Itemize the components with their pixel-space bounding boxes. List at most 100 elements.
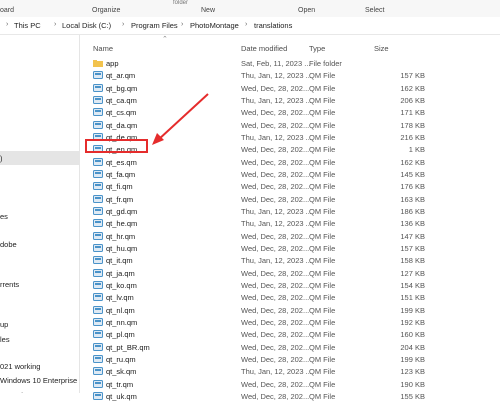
file-size: 190 KB bbox=[400, 379, 425, 389]
nav-item-adobe[interactable]: dobe bbox=[0, 240, 17, 249]
ribbon-new-label[interactable]: New bbox=[201, 7, 215, 14]
column-header-date-modified[interactable]: Date modified bbox=[241, 44, 287, 53]
qm-file-icon bbox=[93, 243, 103, 252]
file-row[interactable]: qt_ar.qm Thu, Jan, 12, 2023 ... QM File 157… bbox=[80, 70, 500, 81]
ribbon-open-label[interactable]: Open bbox=[298, 7, 315, 14]
column-header-name[interactable]: Name bbox=[93, 44, 113, 53]
file-date-modified: Wed, Dec, 28, 202... bbox=[241, 83, 310, 93]
file-row[interactable]: qt_lv.qm Wed, Dec, 28, 202... QM File 151 K… bbox=[80, 292, 500, 303]
chevron-right-icon: › bbox=[6, 21, 9, 28]
file-name: qt_fi.qm bbox=[106, 182, 133, 192]
nav-item-local-disk[interactable]: ) bbox=[0, 154, 3, 163]
file-date-modified: Thu, Jan, 12, 2023 ... bbox=[241, 206, 312, 216]
file-name: qt_hr.qm bbox=[106, 231, 136, 241]
qm-file-icon bbox=[93, 391, 103, 400]
file-row[interactable]: qt_ko.qm Wed, Dec, 28, 202... QM File 154 K… bbox=[80, 280, 500, 291]
file-type: QM File bbox=[309, 219, 336, 229]
file-row[interactable]: qt_fa.qm Wed, Dec, 28, 202... QM File 145 K… bbox=[80, 169, 500, 180]
ribbon-organize-label[interactable]: Organize bbox=[92, 7, 120, 14]
chevron-right-icon: › bbox=[181, 21, 184, 28]
file-name: qt_ru.qm bbox=[106, 354, 136, 364]
file-name: qt_ko.qm bbox=[106, 280, 137, 290]
file-date-modified: Sat, Feb, 11, 2023 ... bbox=[241, 59, 311, 68]
file-row[interactable]: qt_he.qm Thu, Jan, 12, 2023 ... QM File 136… bbox=[80, 218, 500, 229]
breadcrumb-program-files[interactable]: Program Files bbox=[131, 21, 178, 30]
file-size: 176 KB bbox=[400, 182, 425, 192]
column-header-type[interactable]: Type bbox=[309, 44, 325, 53]
file-row[interactable]: qt_fi.qm Wed, Dec, 28, 202... QM File 176 K… bbox=[80, 181, 500, 192]
address-bar[interactable]: › This PC › Local Disk (C:) › Program Fi… bbox=[0, 17, 500, 35]
file-date-modified: Thu, Jan, 12, 2023 ... bbox=[241, 219, 312, 229]
file-type: QM File bbox=[309, 391, 336, 401]
ribbon-clipboard-label[interactable]: oard bbox=[0, 7, 14, 14]
file-name: qt_hu.qm bbox=[106, 243, 138, 253]
qm-file-icon bbox=[93, 182, 103, 191]
nav-item-files-2[interactable]: les bbox=[0, 335, 10, 344]
file-row[interactable]: qt_sk.qm Thu, Jan, 12, 2023 ... QM File 123… bbox=[80, 366, 500, 377]
qm-file-icon bbox=[93, 367, 103, 376]
column-header-size[interactable]: Size bbox=[374, 44, 389, 53]
file-name: qt_he.qm bbox=[106, 219, 138, 229]
file-row[interactable]: qt_nn.qm Wed, Dec, 28, 202... QM File 192 K… bbox=[80, 317, 500, 328]
file-type: QM File bbox=[309, 132, 336, 142]
file-row[interactable]: qt_it.qm Thu, Jan, 12, 2023 ... QM File 158… bbox=[80, 255, 500, 266]
file-row[interactable]: app Sat, Feb, 11, 2023 ... File folder bbox=[80, 58, 500, 69]
file-row[interactable]: qt_hu.qm Wed, Dec, 28, 202... QM File 157 K… bbox=[80, 243, 500, 254]
navigation-pane: ) es dobe rrents up les 021 working Wind… bbox=[0, 35, 80, 393]
file-size: 171 KB bbox=[400, 108, 425, 118]
file-row[interactable]: qt_pt_BR.qm Wed, Dec, 28, 202... QM File 20… bbox=[80, 342, 500, 353]
file-type: QM File bbox=[309, 182, 336, 192]
qm-file-icon bbox=[93, 231, 103, 240]
file-date-modified: Wed, Dec, 28, 202... bbox=[241, 342, 310, 352]
file-date-modified: Thu, Jan, 12, 2023 ... bbox=[241, 71, 312, 81]
file-name: qt_da.qm bbox=[106, 120, 138, 130]
file-size: 199 KB bbox=[400, 354, 425, 364]
file-row[interactable]: qt_tr.qm Wed, Dec, 28, 202... QM File 190 K… bbox=[80, 379, 500, 390]
file-name: qt_ca.qm bbox=[106, 95, 137, 105]
file-size: 1 KB bbox=[408, 145, 425, 155]
file-type: QM File bbox=[309, 83, 336, 93]
file-name: qt_pl.qm bbox=[106, 330, 135, 340]
file-row[interactable]: qt_hr.qm Wed, Dec, 28, 202... QM File 147 K… bbox=[80, 231, 500, 242]
file-row[interactable]: qt_es.qm Wed, Dec, 28, 202... QM File 162 K… bbox=[80, 157, 500, 168]
nav-item-backup[interactable]: up bbox=[0, 320, 8, 329]
file-date-modified: Wed, Dec, 28, 202... bbox=[241, 354, 310, 364]
file-type: File folder bbox=[309, 59, 342, 68]
file-name: qt_bg.qm bbox=[106, 83, 138, 93]
nav-item-windows-10-enterprise[interactable]: Windows 10 Enterprise LTS bbox=[0, 376, 79, 385]
breadcrumb-photomontage[interactable]: PhotoMontage bbox=[190, 21, 239, 30]
file-type: QM File bbox=[309, 342, 336, 352]
qm-file-icon bbox=[93, 256, 103, 265]
file-row[interactable]: qt_cs.qm Wed, Dec, 28, 202... QM File 171 K… bbox=[80, 107, 500, 118]
nav-item-2021-working[interactable]: 021 working bbox=[0, 362, 40, 371]
file-row[interactable]: qt_gd.qm Thu, Jan, 12, 2023 ... QM File 186… bbox=[80, 206, 500, 217]
breadcrumb-translations[interactable]: translations bbox=[254, 21, 292, 30]
file-type: QM File bbox=[309, 120, 336, 130]
qm-file-icon bbox=[93, 330, 103, 339]
file-type: QM File bbox=[309, 379, 336, 389]
breadcrumb-this-pc[interactable]: This PC bbox=[14, 21, 41, 30]
ribbon-select-label[interactable]: Select bbox=[365, 7, 384, 14]
file-row[interactable]: qt_da.qm Wed, Dec, 28, 202... QM File 178 K… bbox=[80, 120, 500, 131]
nav-item-torrents[interactable]: rrents bbox=[0, 280, 19, 289]
qm-file-icon bbox=[93, 354, 103, 363]
file-row[interactable]: qt_ca.qm Thu, Jan, 12, 2023 ... QM File 206… bbox=[80, 95, 500, 106]
file-row[interactable]: qt_bg.qm Wed, Dec, 28, 202... QM File 162 K… bbox=[80, 83, 500, 94]
annotation-arrow bbox=[152, 93, 209, 145]
file-date-modified: Thu, Jan, 12, 2023 ... bbox=[241, 367, 312, 377]
file-date-modified: Wed, Dec, 28, 202... bbox=[241, 120, 310, 130]
file-row[interactable]: qt_fr.qm Wed, Dec, 28, 202... QM File 163 K… bbox=[80, 194, 500, 205]
file-date-modified: Wed, Dec, 28, 202... bbox=[241, 231, 310, 241]
file-type: QM File bbox=[309, 317, 336, 327]
file-name: qt_fr.qm bbox=[106, 194, 134, 204]
file-row[interactable]: qt_nl.qm Wed, Dec, 28, 202... QM File 199 K… bbox=[80, 305, 500, 316]
breadcrumb-local-disk[interactable]: Local Disk (C:) bbox=[62, 21, 111, 30]
file-row[interactable]: qt_ru.qm Wed, Dec, 28, 202... QM File 199 K… bbox=[80, 354, 500, 365]
file-row[interactable]: qt_ja.qm Wed, Dec, 28, 202... QM File 127 K… bbox=[80, 268, 500, 279]
chevron-right-icon: › bbox=[245, 21, 248, 28]
file-row[interactable]: qt_pl.qm Wed, Dec, 28, 202... QM File 160 K… bbox=[80, 329, 500, 340]
file-date-modified: Wed, Dec, 28, 202... bbox=[241, 243, 310, 253]
file-date-modified: Wed, Dec, 28, 202... bbox=[241, 157, 310, 167]
nav-item-files[interactable]: es bbox=[0, 212, 8, 221]
qm-file-icon bbox=[93, 194, 103, 203]
